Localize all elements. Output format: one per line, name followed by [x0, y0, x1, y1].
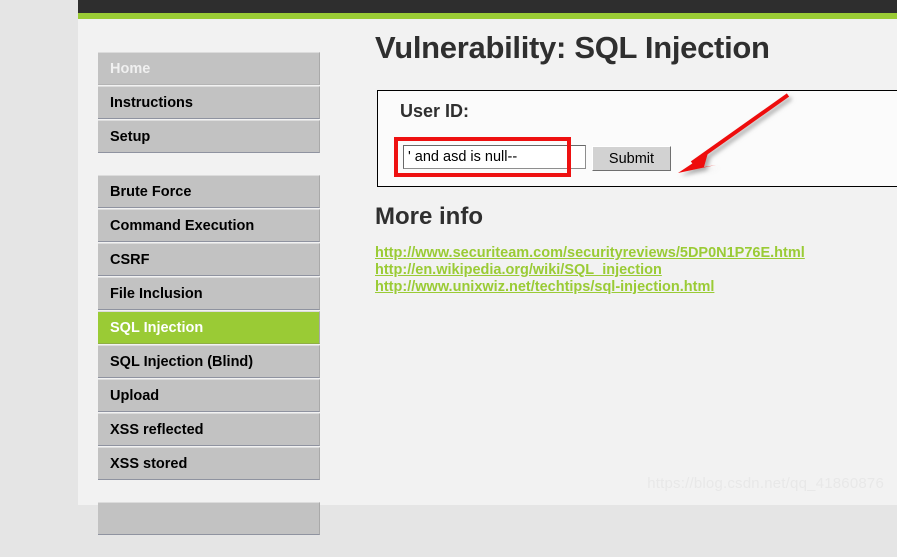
page-title: Vulnerability: SQL Injection [375, 30, 770, 65]
user-id-input[interactable] [403, 145, 586, 169]
sidebar-group-vulnerabilities: Brute Force Command Execution CSRF File … [98, 175, 320, 480]
more-info-link-securiteam[interactable]: http://www.securiteam.com/securityreview… [375, 245, 895, 262]
sidebar-group-extra [98, 502, 320, 535]
sidebar-item-file-inclusion[interactable]: File Inclusion [98, 277, 320, 310]
accent-strip [78, 13, 897, 19]
user-id-label: User ID: [400, 101, 470, 121]
more-info-section: More info http://www.securiteam.com/secu… [375, 203, 895, 296]
sidebar-navigation: Home Instructions Setup Brute Force Comm… [98, 52, 320, 557]
main-content: Vulnerability: SQL Injection [375, 30, 897, 86]
submit-button[interactable]: Submit [592, 146, 671, 171]
sidebar-item-brute-force[interactable]: Brute Force [98, 175, 320, 208]
sidebar-item-xss-stored[interactable]: XSS stored [98, 447, 320, 480]
sidebar-item-cutoff[interactable] [98, 502, 320, 535]
sidebar-item-sql-injection[interactable]: SQL Injection [98, 311, 320, 344]
sidebar-item-command-execution[interactable]: Command Execution [98, 209, 320, 242]
more-info-link-wikipedia[interactable]: http://en.wikipedia.org/wiki/SQL_injecti… [375, 262, 895, 279]
browser-top-bar [78, 0, 897, 13]
sidebar-item-sql-injection-blind[interactable]: SQL Injection (Blind) [98, 345, 320, 378]
sidebar-item-csrf[interactable]: CSRF [98, 243, 320, 276]
sidebar-item-setup[interactable]: Setup [98, 120, 320, 153]
more-info-title: More info [375, 203, 483, 230]
left-gutter [0, 0, 78, 505]
sidebar-group-main: Home Instructions Setup [98, 52, 320, 153]
sidebar-item-home[interactable]: Home [98, 52, 320, 85]
sidebar-item-xss-reflected[interactable]: XSS reflected [98, 413, 320, 446]
watermark-text: https://blog.csdn.net/qq_41860876 [647, 475, 884, 492]
sidebar-item-upload[interactable]: Upload [98, 379, 320, 412]
more-info-link-unixwiz[interactable]: http://www.unixwiz.net/techtips/sql-inje… [375, 279, 895, 296]
sidebar-item-instructions[interactable]: Instructions [98, 86, 320, 119]
